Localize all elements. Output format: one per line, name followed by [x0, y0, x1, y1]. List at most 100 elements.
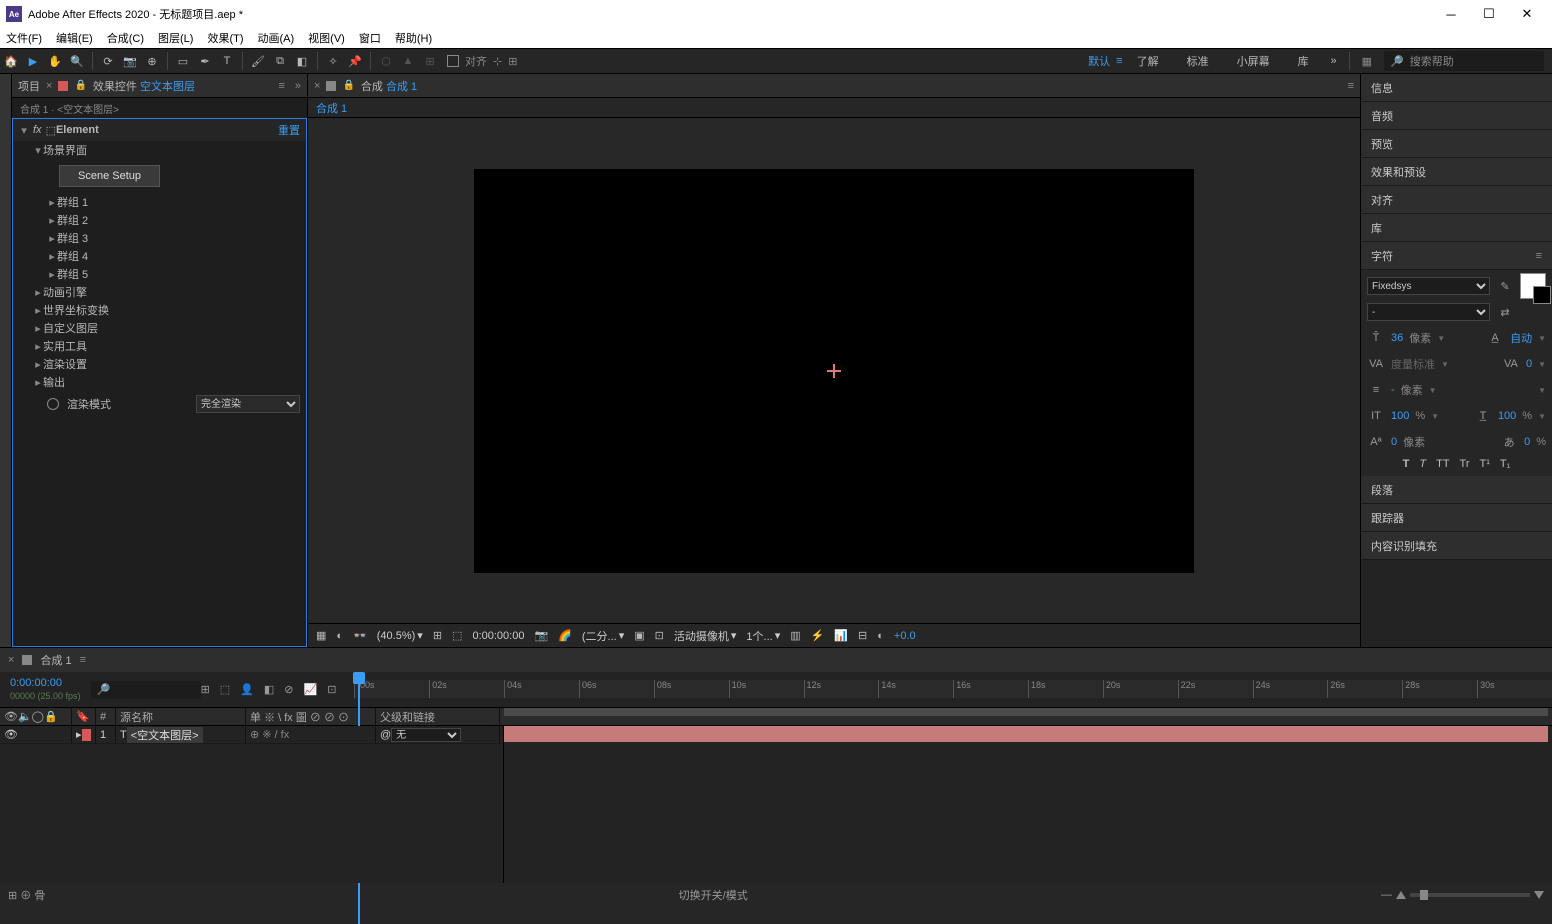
eye-icon[interactable]: 👁	[4, 728, 18, 741]
comp-panel-menu-icon[interactable]: ≡	[1348, 80, 1354, 92]
menu-composition[interactable]: 合成(C)	[107, 30, 144, 46]
workspace-overflow-icon[interactable]: »	[1323, 50, 1345, 72]
flowchart-icon[interactable]: ⊟	[858, 629, 867, 642]
panel-grid-icon[interactable]: ▦	[1362, 55, 1372, 68]
panel-tracker[interactable]: 跟踪器	[1361, 504, 1552, 532]
tracking[interactable]: 0	[1526, 358, 1532, 370]
lock-icon[interactable]: 🔒	[74, 80, 86, 91]
comp-tab-close-icon[interactable]: ×	[314, 80, 320, 92]
menu-edit[interactable]: 编辑(E)	[56, 30, 93, 46]
render-mode-select[interactable]: 完全渲染	[196, 395, 300, 413]
layer-name[interactable]: <空文本图层>	[127, 727, 203, 743]
swap-colors-icon[interactable]: ⇄	[1496, 306, 1514, 319]
time-ruler[interactable]: :00s02s 04s06s 08s10s 12s14s 16s18s 20s2…	[354, 672, 1552, 708]
brush-tool-icon[interactable]: 🖌	[247, 50, 269, 72]
motion-blur-icon[interactable]: ⊘	[284, 683, 293, 696]
composition-canvas[interactable]	[474, 169, 1194, 573]
current-time[interactable]: 0:00:00:00 00000 (25.00 fps)	[0, 677, 91, 703]
menu-effect[interactable]: 效果(T)	[207, 30, 243, 46]
workspace-learn[interactable]: 了解	[1123, 53, 1173, 69]
zoom-dropdown[interactable]: (40.5%) ▾	[377, 629, 423, 642]
grid-icon[interactable]: ▣	[634, 629, 644, 642]
graph-editor-icon[interactable]: 📈	[304, 683, 318, 696]
section-custom[interactable]: ▸自定义图层	[13, 319, 306, 337]
menu-layer[interactable]: 图层(L)	[158, 30, 193, 46]
eyedropper-icon[interactable]: ✎	[1496, 280, 1514, 293]
toggle-modes-label[interactable]: 切换开关/模式	[679, 887, 748, 903]
workspace-standard[interactable]: 标准	[1173, 53, 1223, 69]
roi-icon[interactable]: ⬚	[452, 629, 462, 642]
resolution-dropdown[interactable]: (二分... ▾	[582, 628, 624, 644]
menu-window[interactable]: 窗口	[359, 30, 381, 46]
subscript[interactable]: T₁	[1500, 458, 1510, 470]
timeline-zoom[interactable]: —	[1381, 889, 1544, 901]
pickwhip-icon[interactable]: @	[380, 729, 391, 741]
section-world[interactable]: ▸世界坐标变换	[13, 301, 306, 319]
panel-effects-presets[interactable]: 效果和预设	[1361, 158, 1552, 186]
res-full-icon[interactable]: ⊞	[433, 629, 442, 642]
group-3[interactable]: ▸群组 3	[13, 229, 306, 247]
project-tab-stub[interactable]: 项目	[18, 78, 40, 94]
effect-element-header[interactable]: ▾fx ⬚ Element 重置	[13, 119, 306, 141]
timeline-search[interactable]: 🔎	[91, 681, 201, 699]
layer-color[interactable]	[82, 729, 91, 741]
panel-info[interactable]: 信息	[1361, 74, 1552, 102]
brainstorm-icon[interactable]: ⊡	[327, 683, 336, 696]
group-4[interactable]: ▸群组 4	[13, 247, 306, 265]
av-columns[interactable]: 👁🔈◯🔒	[0, 708, 72, 725]
fill-color-swatch[interactable]	[1520, 273, 1546, 299]
font-family-select[interactable]: Fixedsys	[1367, 277, 1490, 295]
group-1[interactable]: ▸群组 1	[13, 193, 306, 211]
camera-tool-icon[interactable]: 📷	[119, 50, 141, 72]
all-caps[interactable]: TT	[1436, 458, 1449, 470]
panel-library[interactable]: 库	[1361, 214, 1552, 242]
stopwatch-icon[interactable]	[47, 398, 59, 410]
scene-setup-button[interactable]: Scene Setup	[59, 165, 160, 187]
close-button[interactable]: ✕	[1508, 0, 1546, 28]
timeline-tab[interactable]: × 合成 1 ≡	[0, 648, 1552, 672]
orbit-tool-icon[interactable]: ⟳	[97, 50, 119, 72]
num-col[interactable]: #	[96, 708, 116, 725]
parent-select[interactable]: 无	[391, 728, 461, 742]
text-tool-icon[interactable]: T	[216, 50, 238, 72]
comp-subtab[interactable]: 合成 1	[308, 98, 1360, 118]
superscript[interactable]: T¹	[1480, 458, 1490, 470]
puppet-tool-icon[interactable]: 📌	[344, 50, 366, 72]
panel-align[interactable]: 对齐	[1361, 186, 1552, 214]
timeline-close-icon[interactable]: ×	[8, 654, 14, 666]
font-style-select[interactable]: -	[1367, 303, 1490, 321]
rotobrush-tool-icon[interactable]: ✧	[322, 50, 344, 72]
snapshot-icon[interactable]: 📷	[534, 629, 548, 642]
layer-row-1[interactable]: 👁 ▸ 1 T <空文本图层> ⊕ ※ / fx @ 无	[0, 726, 503, 744]
group-5[interactable]: ▸群组 5	[13, 265, 306, 283]
snap-toggle[interactable]: 对齐 ⊹⊞	[441, 53, 523, 69]
small-caps[interactable]: Tr	[1460, 458, 1470, 470]
camera-dropdown[interactable]: 活动摄像机 ▾	[674, 628, 737, 644]
section-anim[interactable]: ▸动画引擎	[13, 283, 306, 301]
toggle-switches-icon[interactable]: ⊞ ⊕ 骨	[8, 887, 45, 903]
timeline-tracks[interactable]	[504, 726, 1552, 883]
group-2[interactable]: ▸群组 2	[13, 211, 306, 229]
panel-character[interactable]: 字符≡	[1361, 242, 1552, 270]
minimize-button[interactable]: ─	[1432, 0, 1470, 28]
panel-content-aware[interactable]: 内容识别填充	[1361, 532, 1552, 560]
pan-behind-tool-icon[interactable]: ⊕	[141, 50, 163, 72]
source-col[interactable]: 源名称	[116, 708, 246, 725]
comp-mini-flowchart-icon[interactable]: ⊞	[201, 683, 210, 696]
eraser-tool-icon[interactable]: ◧	[291, 50, 313, 72]
menu-animation[interactable]: 动画(A)	[258, 30, 295, 46]
workspace-library[interactable]: 库	[1284, 53, 1323, 69]
draft3d-icon[interactable]: ⬚	[220, 683, 230, 696]
switches-col[interactable]: 单 ※ \ fx 圖 ⊘ ⊘ ⊙	[246, 708, 376, 725]
section-output[interactable]: ▸输出	[13, 373, 306, 391]
parent-col[interactable]: 父级和链接	[376, 708, 500, 725]
zoom-tool-icon[interactable]: 🔍	[66, 50, 88, 72]
fast-preview-icon[interactable]: ⚡	[811, 629, 825, 642]
hand-tool-icon[interactable]: ✋	[44, 50, 66, 72]
panel-menu-icon[interactable]: ≡	[278, 80, 284, 92]
exposure-value[interactable]: +0.0	[894, 630, 916, 642]
mask-icon[interactable]: ◐	[336, 630, 343, 642]
font-size[interactable]: 36	[1391, 332, 1403, 344]
clone-tool-icon[interactable]: ⧉	[269, 50, 291, 72]
frame-blend-icon[interactable]: ◧	[264, 683, 274, 696]
